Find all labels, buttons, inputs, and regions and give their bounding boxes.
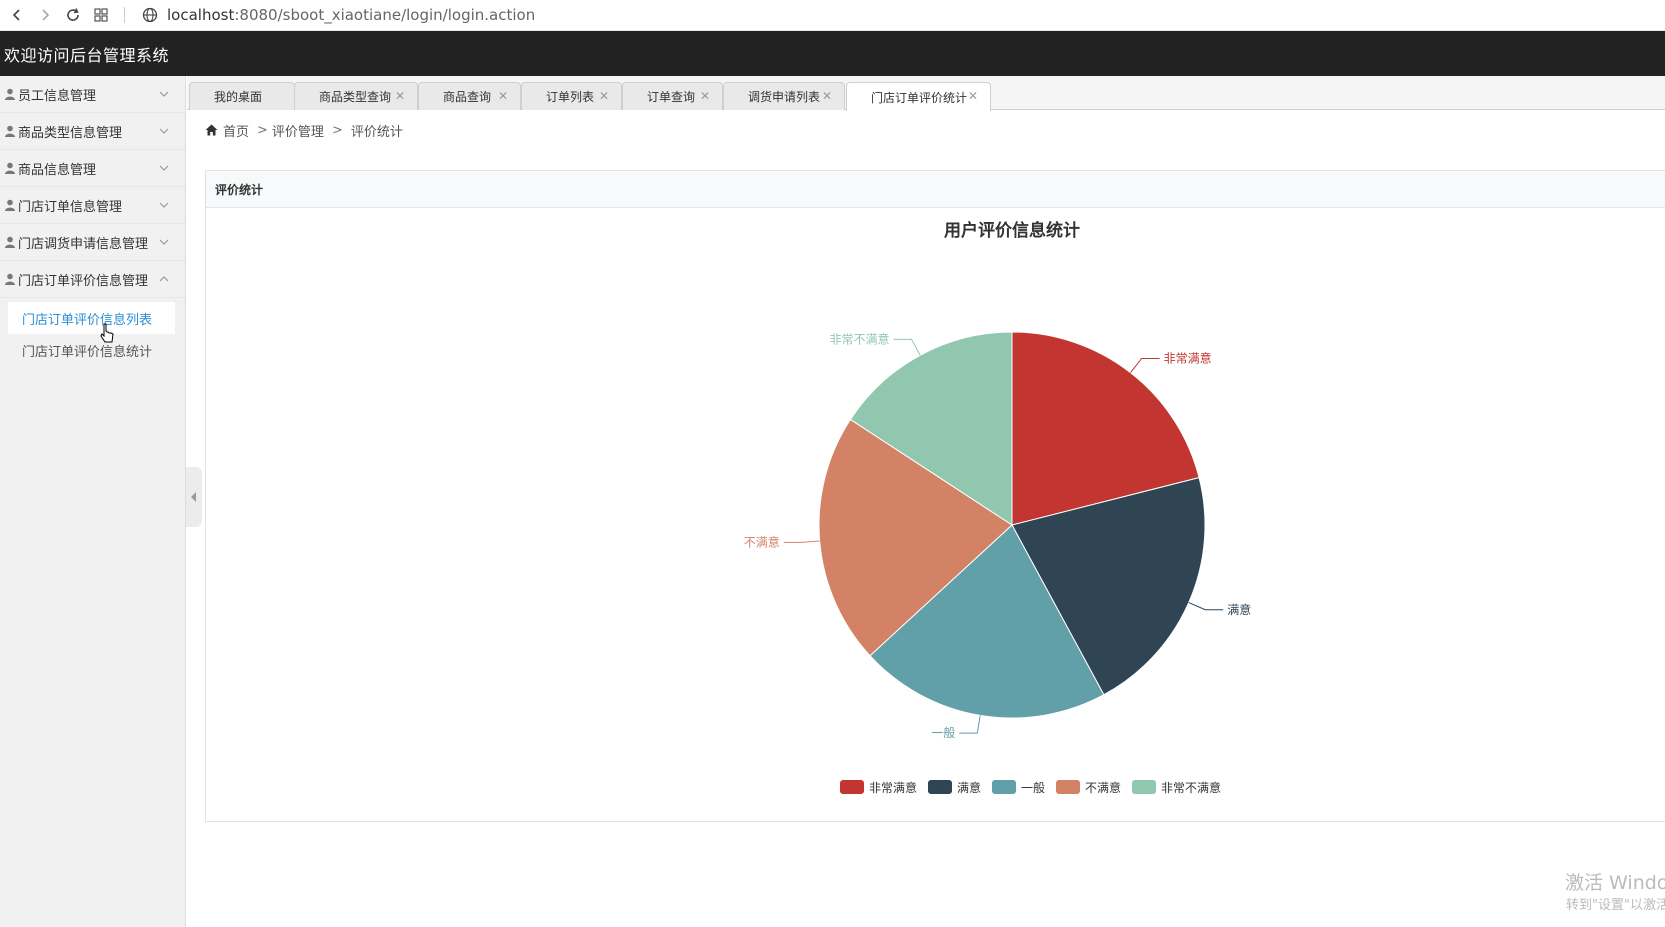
user-icon [5, 88, 15, 100]
browser-toolbar: localhost:8080/sboot_xiaotiane/login/log… [0, 0, 1665, 31]
user-icon [5, 125, 15, 137]
back-icon[interactable] [6, 4, 28, 26]
sidebar-item-label: 商品信息管理 [18, 162, 97, 178]
tab-label: 订单查询 [647, 90, 696, 104]
pie-chart: 用户评价信息统计非常满意满意一般不满意非常不满意非常满意 满意 一般 不满意 非常不满意 [744, 220, 1252, 795]
breadcrumb: 首页 > 评价管理 > 评价统计 [205, 120, 403, 140]
pie-label-line [959, 715, 981, 734]
mouse-pointer-icon [100, 323, 114, 343]
sidebar-subitem[interactable]: 门店订单评价信息统计 [0, 334, 185, 366]
tab-label: 调货申请列表 [748, 90, 821, 104]
windows-activation-watermark: 激活 Windows [1565, 872, 1665, 894]
breadcrumb-home[interactable]: 首页 [223, 121, 249, 140]
windows-activation-hint: 转到"设置"以激活Windows。 [1566, 898, 1665, 913]
pie-label-line [1188, 602, 1224, 611]
tab-item[interactable]: 订单列表 ✕ [521, 82, 622, 110]
tab-item[interactable]: 商品查询 ✕ [418, 82, 521, 110]
sidebar-item[interactable]: 门店调货申请信息管理 [0, 224, 185, 261]
breadcrumb-separator: > [257, 122, 268, 138]
tab-bar: 我的桌面 商品类型查询 ✕ 商品查询 ✕ 订单列表 ✕ 订单查询 ✕ 调货申请列表 ✕ 门店订单评价统… [187, 76, 1665, 111]
legend-label[interactable]: 不满意 [1085, 780, 1121, 795]
sidebar-submenu: 门店订单评价信息列表 门店订单评价信息统计 [0, 298, 185, 366]
breadcrumb-level1[interactable]: 评价管理 [272, 121, 324, 140]
tab-item[interactable]: 订单查询 ✕ [622, 82, 723, 110]
sidebar-item-label: 员工信息管理 [18, 88, 97, 104]
close-icon[interactable]: ✕ [498, 89, 508, 103]
forward-icon[interactable] [34, 4, 56, 26]
sidebar-item-label: 门店订单信息管理 [18, 199, 123, 215]
url-path: :8080/sboot_xiaotiane/login/login.action [234, 6, 536, 24]
chart-title: 用户评价信息统计 [944, 220, 1080, 241]
sidebar-collapse-handle[interactable] [186, 467, 202, 527]
legend-label[interactable]: 非常满意 [869, 780, 917, 795]
tab-item[interactable]: 调货申请列表 ✕ [723, 82, 845, 110]
user-icon [5, 162, 15, 174]
pie-slice-label: 满意 [1227, 602, 1251, 617]
chevron-down-icon [159, 128, 169, 134]
chevron-down-icon [159, 202, 169, 208]
tab-label: 商品类型查询 [319, 90, 392, 104]
tab-item[interactable]: 我的桌面 [189, 82, 295, 110]
toolbar-divider [124, 7, 125, 23]
legend-swatch[interactable] [928, 780, 952, 794]
sidebar-item-label: 门店订单评价信息管理 [18, 273, 149, 289]
chevron-down-icon [159, 165, 169, 171]
reload-icon[interactable] [62, 4, 84, 26]
legend-label[interactable]: 非常不满意 [1161, 780, 1221, 795]
pie-slice-label: 非常不满意 [830, 331, 890, 346]
sidebar-item[interactable]: 门店订单信息管理 [0, 187, 185, 224]
user-icon [5, 273, 15, 285]
close-icon[interactable]: ✕ [822, 89, 832, 103]
legend-swatch[interactable] [1132, 780, 1156, 794]
close-icon[interactable]: ✕ [968, 89, 978, 103]
chevron-down-icon [159, 91, 169, 97]
pie-slice-label: 一般 [931, 725, 955, 740]
tab-label: 我的桌面 [214, 90, 263, 104]
sidebar: 员工信息管理 商品类型信息管理 商品信息管理 门店订单信息管理 门店调货申请信息管理 门店… [0, 76, 186, 927]
sidebar-item[interactable]: 门店订单评价信息管理 [0, 261, 185, 298]
user-icon [5, 199, 15, 211]
url-host: localhost [167, 6, 235, 24]
user-icon [5, 236, 15, 248]
stats-panel: 评价统计 用户评价信息统计 非常满意 满意 一般 不满意 非常不满意 非常满意 满意 一般 不满意… [205, 170, 1665, 822]
app-header: 欢迎访问后台管理系统 [0, 31, 1665, 76]
tab-label: 订单列表 [546, 90, 595, 104]
tab-item[interactable]: 门店订单评价统计 ✕ [846, 82, 991, 111]
close-icon[interactable]: ✕ [599, 89, 609, 103]
legend-label[interactable]: 满意 [957, 780, 981, 795]
pie-label-line [893, 338, 921, 356]
app-title: 欢迎访问后台管理系统 [4, 45, 170, 65]
legend-swatch[interactable] [1056, 780, 1080, 794]
home-icon [205, 124, 218, 136]
chevron-down-icon [159, 239, 169, 245]
sidebar-item-label: 门店调货申请信息管理 [18, 236, 149, 252]
pie-slice-label: 不满意 [744, 534, 780, 549]
close-icon[interactable]: ✕ [395, 89, 405, 103]
legend-label[interactable]: 一般 [1021, 780, 1045, 795]
sidebar-menu: 员工信息管理商品类型信息管理 商品信息管理门店订单信息管理门店调货申请信息管理 门店… [0, 76, 185, 298]
tab-label: 商品查询 [443, 90, 492, 104]
sidebar-item-label: 商品类型信息管理 [18, 125, 123, 141]
sidebar-subitem[interactable]: 门店订单评价信息列表 [8, 302, 175, 334]
breadcrumb-level2: 评价统计 [350, 124, 403, 140]
sidebar-item[interactable]: 员工信息管理 [0, 76, 185, 113]
breadcrumb-separator: > [331, 122, 343, 138]
chevron-up-icon [159, 276, 169, 282]
tab-label: 门店订单评价统计 [871, 90, 968, 105]
apps-grid-icon[interactable] [90, 4, 112, 26]
address-bar[interactable]: localhost:8080/sboot_xiaotiane/login/log… [167, 6, 535, 24]
tab-item[interactable]: 商品类型查询 ✕ [294, 82, 418, 110]
panel-title: 评价统计 [206, 171, 1665, 208]
pie-slice-label: 非常满意 [1164, 350, 1212, 365]
close-icon[interactable]: ✕ [700, 89, 710, 103]
caret-left-icon [191, 492, 196, 502]
sidebar-item[interactable]: 商品信息管理 [0, 150, 185, 187]
sidebar-item[interactable]: 商品类型信息管理 [0, 113, 185, 150]
pie-label-line [1130, 357, 1160, 374]
globe-icon [139, 4, 161, 26]
legend-swatch[interactable] [992, 780, 1016, 794]
pie-label-line [783, 540, 820, 543]
legend-swatch[interactable] [840, 780, 864, 794]
